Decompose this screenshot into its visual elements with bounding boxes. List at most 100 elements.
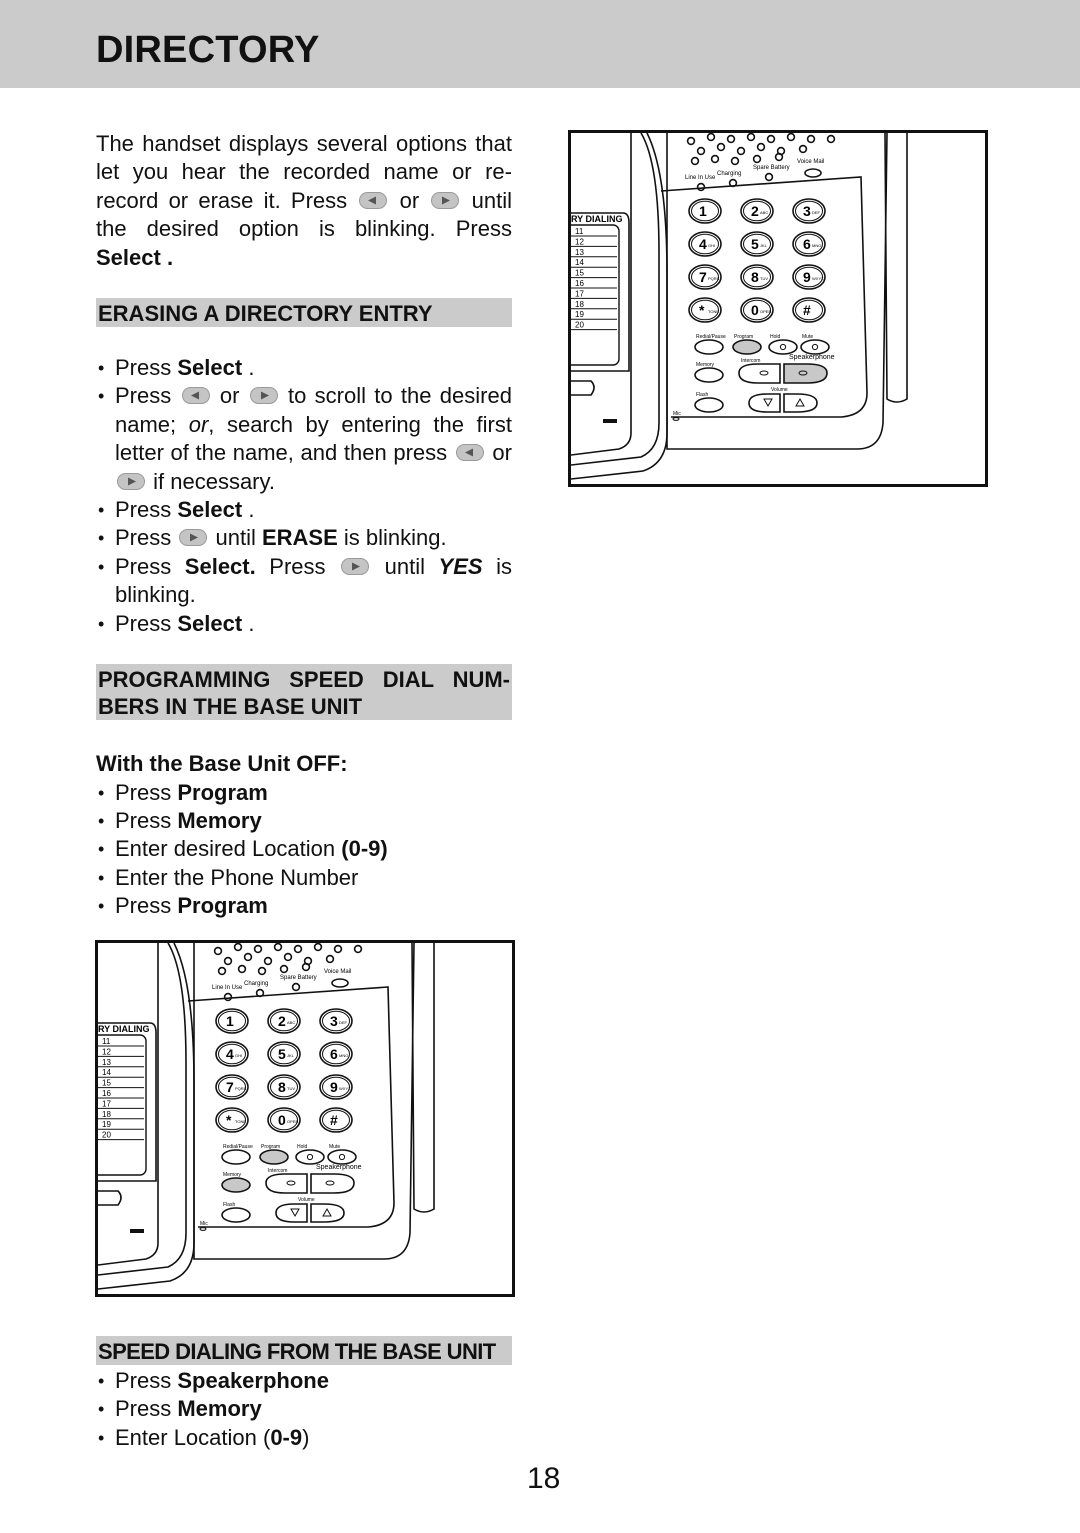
keypad-letters: TONE (708, 309, 719, 314)
volume-down-button (748, 393, 781, 413)
keypad-letters: ABC (760, 210, 768, 215)
directory-slot-label: 18 (575, 300, 584, 309)
program-button (732, 339, 762, 355)
list-item: Press or to scroll to the desired name; … (96, 382, 512, 496)
redial-pause-button (694, 339, 724, 355)
intercom-label: Intercom (741, 358, 760, 364)
keypad-letters: GHI (708, 243, 715, 248)
list-item: Enter the Phone Number (96, 864, 512, 893)
keypad-digit: 8 (751, 269, 759, 285)
keypad-letters: PQRS (235, 1086, 247, 1091)
speaker-hole (237, 964, 247, 974)
list-item: Press Select . (96, 354, 512, 383)
left-column: The handset displays several options tha… (96, 130, 512, 921)
hold-button-label: Hold (297, 1144, 308, 1150)
keypad-digit: 0 (278, 1112, 286, 1128)
memory-button-label: Memory (696, 362, 715, 368)
volume-up-button (310, 1203, 345, 1223)
section-heading-erasing: ERASING A DIRECTORY ENTRY (96, 298, 512, 328)
indicator-light (223, 992, 233, 1002)
voice-mail-button (331, 978, 349, 988)
cradle-slot (571, 380, 595, 396)
directory-slot-label: 17 (102, 1099, 111, 1108)
keypad-letters: DEF (339, 1020, 348, 1025)
speaker-hole (223, 956, 233, 966)
page-number: 18 (527, 1462, 561, 1495)
keypad-digit: # (330, 1112, 338, 1128)
speed-dialing-section: SPEED DIALING FROM THE BASE UNIT Press S… (96, 1336, 512, 1453)
volume-down-button (275, 1203, 308, 1223)
volume-label: Volume (298, 1197, 315, 1203)
keypad-letters: MNO (812, 243, 821, 248)
keypad-digit: 2 (751, 203, 759, 219)
right-arrow-button-icon (249, 387, 278, 405)
speaker-hole (279, 964, 289, 974)
keypad-digit: 5 (751, 236, 759, 252)
speaker-hole (730, 156, 740, 166)
speaker-hole (826, 134, 836, 144)
indicator-label: Line In Use (685, 175, 716, 181)
keypad-digit: 6 (803, 236, 811, 252)
mute-button-label: Mute (802, 334, 813, 340)
list-item: Press Select. Press until YES is blinkin… (96, 553, 512, 610)
keypad-digit: 8 (278, 1079, 286, 1095)
list-item: Press Memory (96, 1395, 512, 1424)
hold-button (295, 1149, 325, 1165)
speaker-hole (726, 134, 736, 144)
redial-pause-button (221, 1149, 251, 1165)
directory-slot-label: 15 (575, 269, 584, 278)
speaker-hole (233, 943, 243, 952)
indicator-label: Line In Use (212, 985, 243, 991)
antenna (884, 133, 908, 403)
section-heading-speed-dialing: SPEED DIALING FROM THE BASE UNIT (96, 1336, 512, 1365)
keypad-letters: WXYZ (812, 276, 824, 281)
flash-button (221, 1207, 251, 1223)
speaker-hole (686, 136, 696, 146)
indicator-light (291, 982, 301, 992)
directory-slot-label: 12 (575, 237, 584, 246)
directory-slot-label: 13 (575, 248, 584, 257)
directory-slot-label: 11 (102, 1037, 111, 1046)
speaker-hole (706, 133, 716, 142)
keypad-digit: 4 (226, 1046, 234, 1062)
speed-dialing-steps: Press SpeakerphonePress MemoryEnter Loca… (96, 1367, 512, 1453)
keypad-letters: PQRS (708, 276, 720, 281)
directory-card-label: RY DIALING (571, 214, 623, 224)
indicator-label: Spare Battery (753, 165, 790, 171)
voice-mail-button (804, 168, 822, 178)
speaker-hole (243, 952, 253, 962)
indicator-label: Spare Battery (280, 975, 317, 981)
keypad-digit: # (803, 302, 811, 318)
right-arrow-button-icon (117, 472, 145, 490)
program-button-label: Program (261, 1144, 280, 1150)
directory-slot-label: 12 (102, 1047, 111, 1056)
directory-slot-label: 16 (102, 1089, 111, 1098)
speaker-hole (806, 134, 816, 144)
intercom-button (738, 363, 781, 384)
keypad-digit: 2 (278, 1013, 286, 1029)
keypad-digit: 1 (699, 203, 707, 219)
flash-button-label: Flash (696, 392, 708, 398)
list-item: Enter desired Location (0-9) (96, 835, 512, 864)
list-item: Press Memory (96, 807, 512, 836)
speaker-hole (273, 943, 283, 952)
cradle-latch (130, 1229, 144, 1233)
speaker-hole (263, 956, 273, 966)
intro-paragraph: The handset displays several options tha… (96, 131, 512, 270)
antenna (411, 943, 435, 1213)
left-arrow-button-icon (181, 387, 210, 405)
left-arrow-button-icon (359, 191, 388, 209)
hold-button (768, 339, 798, 355)
programming-steps: Press Program Press MemoryEnter desired L… (96, 779, 512, 921)
speaker-hole (786, 133, 796, 142)
speaker-hole (766, 134, 776, 144)
keypad-digit: * (699, 302, 705, 318)
speakerphone-label: Speakerphone (316, 1164, 362, 1171)
hold-button-label: Hold (770, 334, 781, 340)
directory-slot-label: 18 (102, 1110, 111, 1119)
list-item: Press Program (96, 892, 512, 921)
keypad-letters: JKL (760, 243, 768, 248)
speaker-hole (696, 146, 706, 156)
mic-icon (199, 1227, 207, 1231)
right-arrow-button-icon (179, 529, 208, 547)
